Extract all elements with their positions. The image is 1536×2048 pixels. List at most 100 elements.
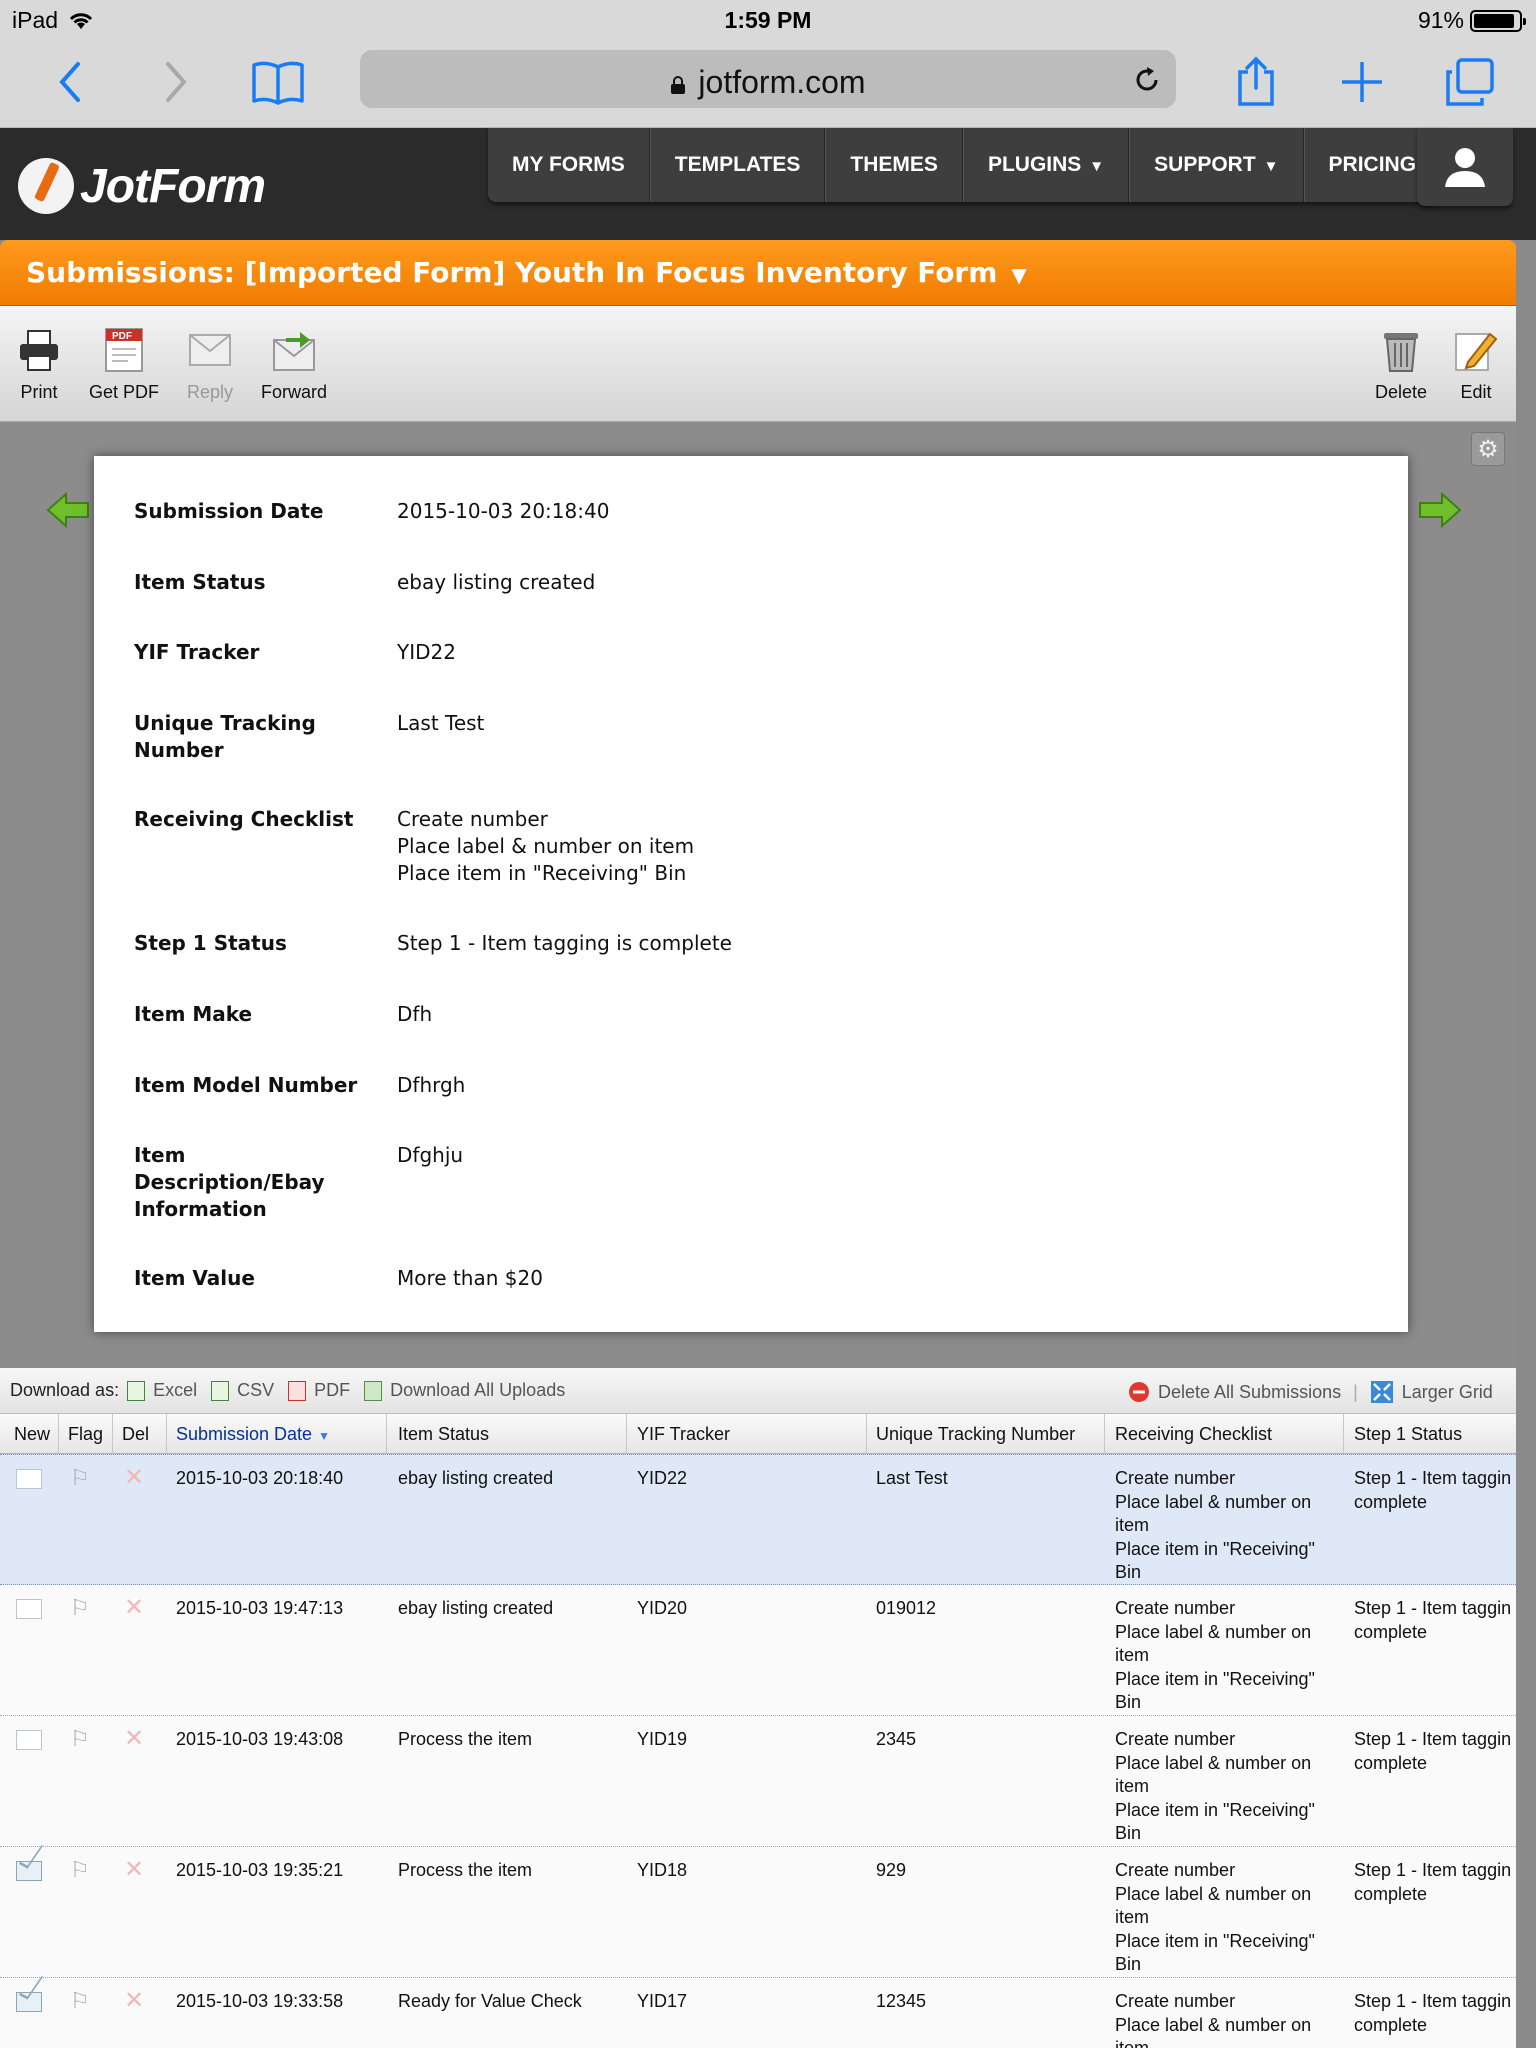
table-row[interactable]: ⚐ ✕ 2015-10-03 20:18:40 ebay listing create… bbox=[0, 1454, 1516, 1585]
delete-x-icon[interactable]: ✕ bbox=[124, 1986, 144, 2015]
delete-x-icon[interactable]: ✕ bbox=[124, 1855, 144, 1884]
printer-icon bbox=[20, 330, 58, 371]
envelope-icon[interactable] bbox=[16, 1469, 42, 1489]
reply-button[interactable]: Reply bbox=[182, 326, 238, 403]
column-header-unique-tracking-number[interactable]: Unique Tracking Number bbox=[876, 1424, 1075, 1445]
envelope-icon[interactable] bbox=[16, 1992, 42, 2012]
jotform-logo[interactable]: JotForm bbox=[18, 158, 266, 214]
cell-receiving-checklist: Create number Place label & number on it… bbox=[1115, 1860, 1315, 1974]
table-row[interactable]: ⚐ ✕ 2015-10-03 19:35:21 Process the item YID… bbox=[0, 1847, 1516, 1978]
forward-icon[interactable] bbox=[146, 52, 206, 112]
table-row[interactable]: ⚐ ✕ 2015-10-03 19:33:58 Ready for Value Che… bbox=[0, 1978, 1516, 2048]
cell-item-status: ebay listing created bbox=[398, 1468, 554, 1488]
cell-yif-tracker: YID20 bbox=[637, 1598, 688, 1618]
column-header-receiving-checklist[interactable]: Receiving Checklist bbox=[1115, 1424, 1272, 1445]
cell-receiving-checklist: Create number Place label & number on it… bbox=[1115, 1598, 1315, 1712]
field-label: YIF Tracker bbox=[134, 640, 260, 664]
download-bar: Download as: Excel CSV PDF Download All … bbox=[0, 1368, 1516, 1414]
cell-unique-tracking-number: 929 bbox=[876, 1860, 907, 1880]
cell-step-1-status: Step 1 - Item taggin complete bbox=[1354, 1598, 1512, 1642]
address-bar[interactable]: jotform.com bbox=[360, 50, 1176, 108]
field-value: ebay listing created bbox=[397, 570, 596, 594]
download-pdf-link[interactable]: PDF bbox=[314, 1380, 350, 1401]
flag-icon[interactable]: ⚐ bbox=[70, 1465, 90, 1491]
submissions-title-bar[interactable]: Submissions: [Imported Form] Youth In Fo… bbox=[0, 240, 1516, 306]
detail-row: Item Model Number Dfhrgh bbox=[134, 1072, 465, 1099]
cell-unique-tracking-number: 12345 bbox=[876, 1991, 927, 2011]
next-submission-arrow-icon[interactable] bbox=[1418, 492, 1462, 528]
field-value: Dfh bbox=[397, 1002, 433, 1026]
submission-actions: Print PDF Get PDF Reply Forward Delete E… bbox=[0, 306, 1516, 422]
table-row[interactable]: ⚐ ✕ 2015-10-03 19:43:08 Process the item YID… bbox=[0, 1716, 1516, 1847]
delete-button[interactable]: Delete bbox=[1370, 326, 1432, 403]
field-value: Dfghju bbox=[397, 1143, 464, 1167]
share-icon[interactable] bbox=[1226, 52, 1286, 112]
column-header-submission-date[interactable]: Submission Date ▼ bbox=[176, 1424, 330, 1445]
trash-icon bbox=[1384, 333, 1418, 372]
detail-row: Item Description/Ebay Information Dfghju bbox=[134, 1142, 463, 1223]
column-header-yif-tracker[interactable]: YIF Tracker bbox=[637, 1424, 730, 1445]
browser-toolbar: jotform.com bbox=[0, 42, 1536, 128]
column-header-item-status[interactable]: Item Status bbox=[398, 1424, 489, 1445]
download-all-uploads-link[interactable]: Download All Uploads bbox=[390, 1380, 565, 1401]
nav-plugins[interactable]: PLUGINS ▼ bbox=[962, 128, 1130, 202]
previous-submission-arrow-icon[interactable] bbox=[46, 492, 90, 528]
logo-mark bbox=[18, 158, 74, 214]
user-account-button[interactable] bbox=[1417, 128, 1513, 206]
flag-icon[interactable]: ⚐ bbox=[70, 1595, 90, 1621]
cell-receiving-checklist: Create number Place label & number on it… bbox=[1115, 1991, 1312, 2048]
flag-icon[interactable]: ⚐ bbox=[70, 1726, 90, 1752]
nav-support[interactable]: SUPPORT ▼ bbox=[1129, 128, 1304, 202]
reload-icon[interactable] bbox=[1132, 65, 1162, 95]
detail-row: Receiving Checklist Create number Place l… bbox=[134, 806, 694, 887]
sort-desc-icon: ▼ bbox=[318, 1429, 330, 1443]
nav-templates[interactable]: TEMPLATES bbox=[649, 128, 826, 202]
delete-x-icon[interactable]: ✕ bbox=[124, 1724, 144, 1753]
column-header-step-1-status[interactable]: Step 1 Status bbox=[1354, 1424, 1462, 1445]
back-icon[interactable] bbox=[40, 52, 100, 112]
flag-icon[interactable]: ⚐ bbox=[70, 1988, 90, 2014]
gear-icon[interactable]: ⚙ bbox=[1471, 432, 1505, 466]
delete-x-icon[interactable]: ✕ bbox=[124, 1593, 144, 1622]
envelope-icon[interactable] bbox=[16, 1599, 42, 1619]
bookmarks-icon[interactable] bbox=[248, 52, 308, 112]
envelope-icon[interactable] bbox=[16, 1730, 42, 1750]
nav-my-forms[interactable]: MY FORMS bbox=[488, 128, 650, 202]
larger-grid-link[interactable]: Larger Grid bbox=[1402, 1382, 1493, 1403]
new-tab-icon[interactable] bbox=[1332, 52, 1392, 112]
column-header-new[interactable]: New bbox=[14, 1424, 50, 1445]
column-header-flag[interactable]: Flag bbox=[68, 1424, 103, 1445]
excel-icon bbox=[127, 1380, 146, 1401]
chevron-down-icon[interactable]: ▼ bbox=[1011, 263, 1026, 287]
envelope-icon[interactable] bbox=[16, 1861, 42, 1881]
cell-step-1-status: Step 1 - Item taggin complete bbox=[1354, 1991, 1512, 2035]
cell-yif-tracker: YID19 bbox=[637, 1729, 688, 1749]
forward-button[interactable]: Forward bbox=[258, 326, 330, 403]
delete-x-icon[interactable]: ✕ bbox=[124, 1463, 144, 1492]
print-button[interactable]: Print bbox=[12, 326, 66, 403]
cell-yif-tracker: YID22 bbox=[637, 1468, 688, 1488]
cell-receiving-checklist: Create number Place label & number on it… bbox=[1115, 1468, 1315, 1582]
expand-grid-icon bbox=[1370, 1381, 1393, 1403]
tabs-icon[interactable] bbox=[1440, 52, 1500, 112]
url-text: jotform.com bbox=[698, 64, 866, 100]
flag-icon[interactable]: ⚐ bbox=[70, 1857, 90, 1883]
get-pdf-button[interactable]: PDF Get PDF bbox=[86, 326, 162, 403]
submissions-grid: New Flag Del Submission Date ▼ Item Statu… bbox=[0, 1414, 1516, 2048]
delete-all-submissions-link[interactable]: Delete All Submissions bbox=[1158, 1382, 1341, 1403]
grid-header: New Flag Del Submission Date ▼ Item Statu… bbox=[0, 1414, 1516, 1454]
battery-percent: 91% bbox=[1417, 7, 1464, 33]
table-row[interactable]: ⚐ ✕ 2015-10-03 19:47:13 ebay listing create… bbox=[0, 1585, 1516, 1716]
edit-button[interactable]: Edit bbox=[1448, 326, 1504, 403]
cell-yif-tracker: YID17 bbox=[637, 1991, 688, 2011]
lock-icon bbox=[671, 76, 686, 94]
detail-row: Item Make Dfh bbox=[134, 1001, 432, 1028]
cell-unique-tracking-number: 2345 bbox=[876, 1729, 917, 1749]
cell-item-status: Process the item bbox=[398, 1729, 533, 1749]
download-excel-link[interactable]: Excel bbox=[153, 1380, 197, 1401]
nav-themes[interactable]: THEMES bbox=[825, 128, 963, 202]
field-value: YID22 bbox=[397, 640, 456, 664]
download-csv-link[interactable]: CSV bbox=[237, 1380, 274, 1401]
detail-row: YIF Tracker YID22 bbox=[134, 639, 456, 666]
column-header-del[interactable]: Del bbox=[122, 1424, 149, 1445]
